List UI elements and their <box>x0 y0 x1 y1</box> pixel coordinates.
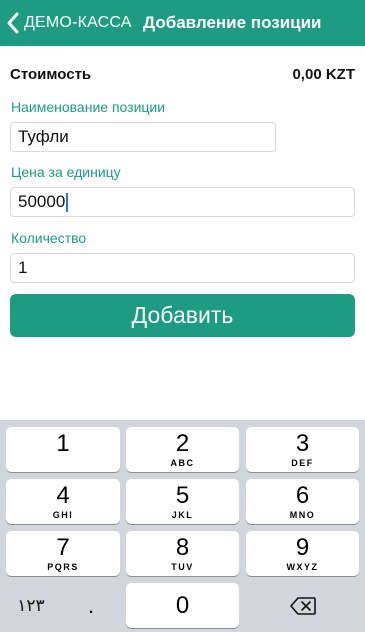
cost-value: 0,00 KZT <box>292 65 355 83</box>
price-label: Цена за единицу <box>11 164 121 180</box>
key-digit: 7 <box>56 533 70 561</box>
key-digit: 9 <box>295 533 310 561</box>
back-label: ДЕМО-КАССА <box>24 14 132 31</box>
key-letters: MNO <box>289 509 316 520</box>
key-letters: GHI <box>52 509 74 520</box>
name-label: Наименование позиции <box>11 99 166 115</box>
name-field[interactable]: Туфли <box>10 122 276 152</box>
quantity-value: 1 <box>18 258 28 277</box>
key-digit: 2 <box>175 429 190 457</box>
key-letters: TUV <box>171 561 194 572</box>
key-digit: 3 <box>295 429 310 457</box>
key-9[interactable]: 9 WXYZ <box>246 531 359 576</box>
key-2[interactable]: 2 ABC <box>126 427 239 472</box>
key-4[interactable]: 4 GHI <box>6 479 120 524</box>
key-3[interactable]: 3 DEF <box>246 427 359 472</box>
key-digit: 8 <box>175 533 190 561</box>
nav-bar: ДЕМО-КАССА Добавление позиции <box>0 0 365 46</box>
key-7[interactable]: 7 PQRS <box>6 531 120 576</box>
cost-label: Стоимость <box>10 65 92 83</box>
add-button[interactable]: Добавить <box>10 294 355 337</box>
page-title: Добавление позиции <box>143 13 322 32</box>
alternate-digits-key[interactable]: ١٢٣ <box>6 583 56 628</box>
key-8[interactable]: 8 TUV <box>126 531 239 576</box>
decimal-key[interactable]: . <box>66 583 116 628</box>
chevron-left-icon <box>7 12 19 34</box>
key-letters: DEF <box>291 457 314 468</box>
key-digit: 5 <box>175 481 190 509</box>
key-0[interactable]: 0 <box>126 583 239 628</box>
quantity-label: Количество <box>11 230 87 246</box>
text-cursor <box>66 192 69 212</box>
cost-summary: Стоимость 0,00 KZT <box>10 64 355 84</box>
key-digit: 1 <box>56 429 70 457</box>
name-value: Туфли <box>18 127 69 146</box>
key-1[interactable]: 1 <box>6 427 120 472</box>
price-field[interactable]: 50000 <box>10 187 355 217</box>
key-letters: ABC <box>170 457 195 468</box>
price-value: 50000 <box>18 192 66 211</box>
quantity-field[interactable]: 1 <box>10 253 355 283</box>
key-6[interactable]: 6 MNO <box>246 479 359 524</box>
backspace-icon <box>289 596 316 615</box>
key-digit: 6 <box>295 481 310 509</box>
key-digit: 4 <box>56 481 70 509</box>
key-digit: 0 <box>175 591 190 619</box>
key-letters: PQRS <box>47 561 79 572</box>
numeric-keypad: 1 2 ABC 3 DEF 4 GHI 5 JKL 6 MNO 7 PQRS 8… <box>0 420 365 632</box>
key-letters: WXYZ <box>286 561 319 572</box>
back-button[interactable]: ДЕМО-КАССА <box>6 10 132 36</box>
key-letters: JKL <box>171 509 194 520</box>
delete-key[interactable] <box>246 583 359 628</box>
key-5[interactable]: 5 JKL <box>126 479 239 524</box>
